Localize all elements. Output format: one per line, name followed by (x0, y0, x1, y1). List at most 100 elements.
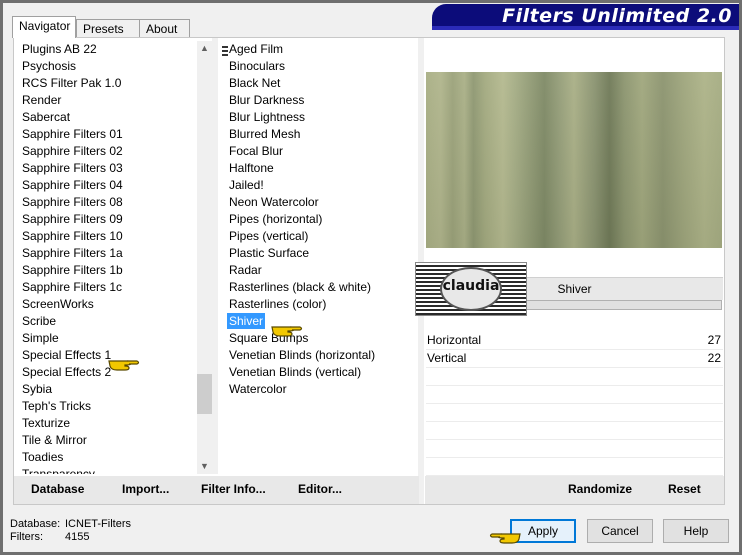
category-item[interactable]: Tile & Mirror (14, 432, 197, 449)
category-item[interactable]: Sapphire Filters 03 (14, 160, 197, 177)
database-value: ICNET-Filters (65, 518, 131, 530)
filter-item-label: Halftone (229, 161, 274, 175)
filter-item[interactable]: Square Bumps (225, 330, 415, 347)
filter-item-label: Aged Film (229, 42, 284, 56)
cancel-button[interactable]: Cancel (587, 519, 653, 543)
parameter-list: Horizontal 27 Vertical 22 (426, 332, 723, 476)
tab-navigator[interactable]: Navigator (12, 16, 76, 38)
category-item[interactable]: Toadies (14, 449, 197, 466)
category-item[interactable]: Special Effects 2 (14, 364, 197, 381)
category-item[interactable]: Sapphire Filters 04 (14, 177, 197, 194)
filter-item-label: Pipes (vertical) (229, 229, 309, 243)
category-item[interactable]: Sabercat (14, 109, 197, 126)
filter-item[interactable]: Pipes (horizontal) (225, 211, 415, 228)
param-row-horizontal[interactable]: Horizontal 27 (426, 332, 723, 350)
import-button[interactable]: Import... (122, 482, 169, 496)
filter-item[interactable]: Blur Darkness (225, 92, 415, 109)
panel-divider (212, 38, 218, 474)
filter-item-label: Plastic Surface (229, 246, 310, 260)
category-item[interactable]: Sapphire Filters 09 (14, 211, 197, 228)
tab-presets[interactable]: Presets (76, 19, 140, 37)
filter-item[interactable]: Halftone (225, 160, 415, 177)
category-item[interactable]: Psychosis (14, 58, 197, 75)
filter-item[interactable]: Neon Watercolor (225, 194, 415, 211)
filter-item[interactable]: Binoculars (225, 58, 415, 75)
empty-param-row (426, 404, 723, 422)
category-item[interactable]: Sybia (14, 381, 197, 398)
filter-item-label: Rasterlines (color) (229, 297, 327, 311)
param-row-vertical[interactable]: Vertical 22 (426, 350, 723, 368)
filter-item[interactable]: Aged Film (225, 41, 415, 58)
category-item[interactable]: Transparency (14, 466, 197, 474)
category-item[interactable]: Sapphire Filters 10 (14, 228, 197, 245)
filters-count-label: Filters: (10, 531, 43, 543)
filter-info-button[interactable]: Filter Info... (201, 482, 266, 496)
category-item[interactable]: Sapphire Filters 08 (14, 194, 197, 211)
filter-item[interactable]: Watercolor (225, 381, 415, 398)
param-value[interactable]: 27 (708, 332, 721, 349)
filter-item[interactable]: Black Net (225, 75, 415, 92)
tab-about[interactable]: About (139, 19, 190, 37)
filter-item[interactable]: Rasterlines (black & white) (225, 279, 415, 296)
scrollbar-thumb[interactable] (197, 374, 212, 414)
category-item[interactable]: Simple (14, 330, 197, 347)
empty-param-row (426, 368, 723, 386)
preview-image (426, 72, 722, 248)
filter-item-label: Venetian Blinds (horizontal) (229, 348, 376, 362)
filter-item-label: Binoculars (229, 59, 286, 73)
filter-item[interactable]: Blur Lightness (225, 109, 415, 126)
filter-item-label: Radar (229, 263, 262, 277)
scroll-down-icon[interactable]: ▼ (197, 459, 212, 474)
filter-item[interactable]: Pipes (vertical) (225, 228, 415, 245)
help-button[interactable]: Help (663, 519, 729, 543)
category-item[interactable]: Scribe (14, 313, 197, 330)
category-item[interactable]: Sapphire Filters 02 (14, 143, 197, 160)
filter-item[interactable]: Venetian Blinds (vertical) (225, 364, 415, 381)
filter-item[interactable]: Rasterlines (color) (225, 296, 415, 313)
filter-item[interactable]: Plastic Surface (225, 245, 415, 262)
category-item[interactable]: RCS Filter Pak 1.0 (14, 75, 197, 92)
reset-button[interactable]: Reset (668, 482, 701, 496)
filter-item[interactable]: Radar (225, 262, 415, 279)
category-item[interactable]: Sapphire Filters 01 (14, 126, 197, 143)
category-scrollbar[interactable]: ▲ ▼ (197, 41, 212, 474)
category-list[interactable]: Plugins AB 22 Psychosis RCS Filter Pak 1.0… (14, 41, 197, 474)
category-item[interactable]: Teph's Tricks (14, 398, 197, 415)
empty-param-row (426, 458, 723, 476)
filter-item-label: Pipes (horizontal) (229, 212, 323, 226)
category-item[interactable]: Sapphire Filters 1c (14, 279, 197, 296)
filter-item[interactable]: Jailed! (225, 177, 415, 194)
filter-item-label: Black Net (229, 76, 281, 90)
window-title: Filters Unlimited 2.0 (502, 5, 732, 27)
filter-item-label: Jailed! (229, 178, 264, 192)
category-item[interactable]: Special Effects 1 (14, 347, 197, 364)
filter-item[interactable]: Focal Blur (225, 143, 415, 160)
scroll-up-icon[interactable]: ▲ (197, 41, 212, 56)
randomize-button[interactable]: Randomize (568, 482, 632, 496)
category-item[interactable]: Render (14, 92, 197, 109)
hand-pointer-icon (108, 360, 140, 371)
category-item[interactable]: ScreenWorks (14, 296, 197, 313)
filter-item-selected[interactable]: Shiver (225, 313, 415, 330)
title-banner: Filters Unlimited 2.0 (432, 4, 739, 30)
param-value[interactable]: 22 (708, 350, 721, 367)
database-button[interactable]: Database (31, 482, 84, 496)
empty-param-row (426, 440, 723, 458)
right-toolbar: Randomize Reset (425, 476, 724, 504)
filter-item[interactable]: Venetian Blinds (horizontal) (225, 347, 415, 364)
category-item[interactable]: Plugins AB 22 (14, 41, 197, 58)
filter-item-label: Neon Watercolor (229, 195, 319, 209)
filter-item-label: Rasterlines (black & white) (229, 280, 372, 294)
category-item[interactable]: Texturize (14, 415, 197, 432)
filter-item-label: Venetian Blinds (vertical) (229, 365, 362, 379)
status-area: Database: ICNET-Filters Filters: 4155 (10, 518, 131, 544)
category-item[interactable]: Sapphire Filters 1a (14, 245, 197, 262)
filter-list[interactable]: Aged Film Binoculars Black Net Blur Darknes… (225, 41, 415, 474)
filter-item-label: Watercolor (229, 382, 287, 396)
database-label: Database: (10, 518, 61, 530)
category-item[interactable]: Sapphire Filters 1b (14, 262, 197, 279)
filter-item[interactable]: Blurred Mesh (225, 126, 415, 143)
editor-button[interactable]: Editor... (298, 482, 342, 496)
empty-param-row (426, 422, 723, 440)
param-label: Vertical (427, 351, 467, 365)
